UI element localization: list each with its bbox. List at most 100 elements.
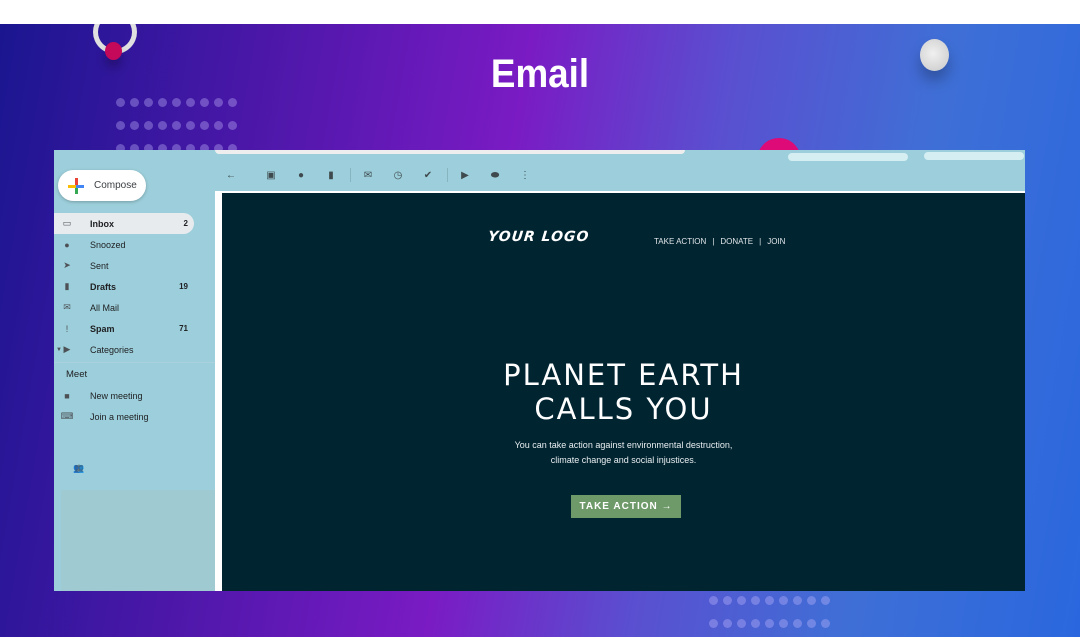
dot — [821, 619, 830, 628]
dot — [172, 121, 181, 130]
dot — [214, 98, 223, 107]
report-spam-icon[interactable]: ● — [290, 164, 312, 186]
dot — [130, 121, 139, 130]
dot — [186, 121, 195, 130]
message-pane: YOUR LOGO TAKE ACTION | DONATE | JOIN PL… — [215, 191, 1025, 591]
dot — [779, 619, 788, 628]
sidebar-nav: ▭ Inbox 2 ● Snoozed ➤ Sent ▮ Drafts 19 ✉ All Mail! S… — [54, 213, 830, 473]
toolbar-divider — [350, 168, 351, 182]
mail-icon: ✉ — [63, 302, 71, 312]
delete-icon[interactable]: ▮ — [320, 164, 342, 186]
sidebar-item-spam[interactable]: ! Spam 71 — [54, 318, 215, 339]
email-nav-donate[interactable]: DONATE — [720, 237, 753, 246]
subtext-line-1: You can take action against environmenta… — [514, 440, 733, 450]
dot — [807, 596, 816, 605]
compose-button[interactable]: Compose — [58, 170, 146, 201]
dot — [158, 98, 167, 107]
dot — [723, 619, 732, 628]
unread-count: 19 — [179, 282, 188, 291]
email-body: YOUR LOGO TAKE ACTION | DONATE | JOIN PL… — [222, 193, 1025, 591]
draft-icon: ▮ — [64, 281, 70, 291]
dot — [144, 121, 153, 130]
send-icon: ➤ — [63, 260, 71, 270]
snooze-icon[interactable]: ◷ — [387, 164, 409, 186]
sidebar-item-label: Join a meeting — [90, 411, 149, 422]
sidebar-item-label: Drafts — [90, 281, 117, 292]
sidebar-item-all-mail[interactable]: ✉ All Mail — [54, 297, 215, 318]
dot — [793, 596, 802, 605]
keyboard-icon: ⌨ — [60, 411, 74, 421]
toolbar-divider — [447, 168, 448, 182]
sidebar-item-inbox[interactable]: ▭ Inbox 2 — [54, 213, 194, 234]
nav-separator: | — [712, 237, 715, 246]
sidebar-item-label: New meeting — [90, 390, 143, 401]
dot — [144, 98, 153, 107]
slide-title: Email — [490, 52, 590, 96]
email-logo: YOUR LOGO — [487, 229, 591, 245]
sidebar-item-label: Snoozed — [90, 239, 126, 250]
dot — [200, 98, 209, 107]
dot — [779, 596, 788, 605]
clock-icon: ● — [64, 239, 70, 250]
more-icon[interactable]: ⋮ — [514, 164, 536, 186]
sidebar-item-label: Spam — [90, 323, 115, 334]
dot — [723, 596, 732, 605]
archive-icon[interactable]: ▣ — [260, 164, 282, 186]
sidebar-item-label: All Mail — [90, 302, 120, 313]
email-top-nav: TAKE ACTION | DONATE | JOIN — [654, 237, 785, 246]
mark-unread-icon[interactable]: ✉ — [357, 164, 379, 186]
headline-line-2: CALLS YOU — [534, 392, 713, 426]
dot — [737, 619, 746, 628]
sidebar-item-label: Inbox — [90, 218, 114, 229]
dot — [709, 619, 718, 628]
dot — [751, 619, 760, 628]
email-nav-take-action[interactable]: TAKE ACTION — [654, 237, 706, 246]
video-icon: ■ — [64, 390, 70, 401]
search-bar-edge — [215, 150, 685, 154]
dot — [214, 121, 223, 130]
dot — [793, 619, 802, 628]
unread-count: 71 — [179, 324, 188, 333]
take-action-button[interactable]: TAKE ACTION → — [571, 495, 681, 518]
nav-separator: | — [759, 237, 762, 246]
dot — [116, 98, 125, 107]
plus-icon — [68, 177, 84, 194]
sidebar-item-sent[interactable]: ➤ Sent — [54, 255, 215, 276]
spam-icon: ! — [65, 323, 69, 334]
email-subtext: You can take action against environmenta… — [222, 438, 1025, 468]
caret-down-icon[interactable]: ▼ — [56, 347, 62, 353]
label-icon[interactable]: ⬬ — [484, 164, 506, 186]
add-task-icon[interactable]: ✔ — [417, 164, 439, 186]
label-icon: ▶ — [63, 344, 71, 354]
compose-label: Compose — [94, 180, 137, 191]
back-icon[interactable]: ← — [220, 164, 242, 186]
sidebar-bottom-panel — [61, 490, 215, 591]
forum-icon: ▤ — [74, 463, 84, 473]
sidebar-item-drafts[interactable]: ▮ Drafts 19 — [54, 276, 215, 297]
clouds-theme — [774, 150, 1025, 166]
dot — [228, 121, 237, 130]
dot — [130, 98, 139, 107]
dot — [765, 596, 774, 605]
dot — [186, 98, 195, 107]
sidebar-item-new-meeting[interactable]: ■ New meeting — [54, 385, 215, 406]
dot — [709, 596, 718, 605]
sidebar-item-label: Sent — [90, 260, 109, 271]
subtext-line-2: climate change and social injustices. — [550, 455, 697, 465]
sidebar-item-join-a-meeting[interactable]: ⌨ Join a meeting — [54, 406, 215, 427]
message-toolbar: ← ▣ ● ▮ ✉ ◷ ✔ ▶ ⬬ ⋮ — [220, 164, 544, 186]
sidebar-item-snoozed[interactable]: ● Snoozed — [54, 234, 215, 255]
gmail-window: Compose ▭ Inbox 2 ● Snoozed ➤ Sent ▮ Drafts 19 ✉ Al… — [54, 150, 1025, 591]
dot — [228, 98, 237, 107]
dot — [737, 596, 746, 605]
sidebar-item-label: Categories — [90, 344, 134, 355]
sidebar-item-categories[interactable]: ▼ ▶ Categories — [54, 339, 215, 360]
move-to-icon[interactable]: ▶ — [454, 164, 476, 186]
dot — [765, 619, 774, 628]
email-headline: PLANET EARTH CALLS YOU — [222, 358, 1025, 426]
email-nav-join[interactable]: JOIN — [767, 237, 785, 246]
inbox-icon: ▭ — [62, 218, 72, 228]
dot — [116, 121, 125, 130]
dot — [751, 596, 760, 605]
dot — [158, 121, 167, 130]
